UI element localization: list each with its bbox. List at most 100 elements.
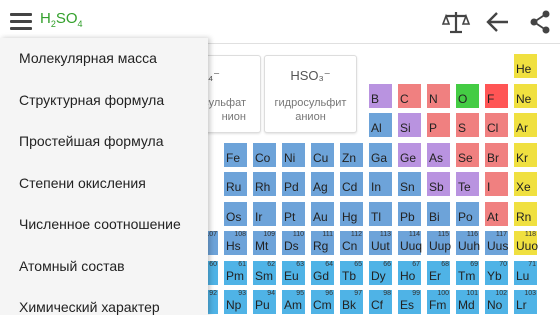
drawer-menu-item[interactable]: Численное соотношение bbox=[0, 204, 208, 246]
element-symbol: Ga bbox=[371, 150, 388, 165]
element-cell[interactable]: Ir bbox=[252, 200, 277, 227]
element-cell[interactable]: Ga bbox=[368, 141, 393, 168]
element-cell[interactable]: Se bbox=[455, 141, 480, 168]
element-cell[interactable]: F bbox=[484, 82, 509, 109]
element-cell[interactable]: Pd bbox=[281, 171, 306, 197]
element-cell[interactable]: Tl bbox=[368, 200, 393, 227]
element-cell[interactable]: Cd bbox=[339, 171, 364, 197]
element-number: 66 bbox=[383, 260, 391, 268]
element-cell[interactable]: B bbox=[368, 82, 393, 109]
element-cell[interactable]: 117 Uus bbox=[484, 230, 509, 256]
element-cell[interactable]: Te bbox=[455, 171, 480, 197]
menu-icon[interactable] bbox=[8, 9, 34, 33]
element-symbol: Cm bbox=[313, 298, 332, 312]
element-cell[interactable]: 100 Fm bbox=[426, 289, 451, 315]
element-cell[interactable]: I bbox=[484, 171, 509, 197]
element-cell[interactable]: Ni bbox=[281, 141, 306, 168]
element-cell[interactable]: 63 Eu bbox=[281, 259, 306, 286]
element-cell[interactable]: Hg bbox=[339, 200, 364, 227]
element-cell[interactable]: Ne bbox=[513, 82, 538, 109]
element-cell[interactable]: Ru bbox=[223, 171, 248, 197]
element-cell[interactable]: Xe bbox=[513, 171, 538, 197]
element-cell[interactable]: 102 No bbox=[484, 289, 509, 315]
element-cell[interactable]: Zn bbox=[339, 141, 364, 168]
element-cell[interactable]: Po bbox=[455, 200, 480, 227]
element-cell[interactable]: 66 Dy bbox=[368, 259, 393, 286]
element-cell[interactable]: Kr bbox=[513, 141, 538, 168]
element-cell[interactable]: Au bbox=[310, 200, 335, 227]
element-cell[interactable]: S bbox=[455, 112, 480, 138]
element-symbol: Cd bbox=[342, 180, 358, 194]
element-cell[interactable]: Sn bbox=[397, 171, 422, 197]
element-cell[interactable]: N bbox=[426, 82, 451, 109]
element-cell[interactable]: 62 Sm bbox=[252, 259, 277, 286]
element-cell[interactable]: 96 Cm bbox=[310, 289, 335, 315]
element-cell[interactable]: At bbox=[484, 200, 509, 227]
element-cell[interactable]: 116 Uuh bbox=[455, 230, 480, 256]
element-cell[interactable]: P bbox=[426, 112, 451, 138]
element-cell[interactable]: 69 Tm bbox=[455, 259, 480, 286]
element-cell[interactable]: In bbox=[368, 171, 393, 197]
element-cell[interactable]: 113 Uut bbox=[368, 230, 393, 256]
share-icon[interactable] bbox=[524, 6, 556, 38]
element-cell[interactable]: Rh bbox=[252, 171, 277, 197]
element-cell[interactable]: 97 Bk bbox=[339, 289, 364, 315]
element-cell[interactable]: Pb bbox=[397, 200, 422, 227]
element-cell[interactable]: 101 Md bbox=[455, 289, 480, 315]
element-cell[interactable]: 93 Np bbox=[223, 289, 248, 315]
element-cell[interactable]: Fe bbox=[223, 141, 248, 168]
element-cell[interactable]: 71 Lu bbox=[513, 259, 538, 286]
drawer-menu-item[interactable]: Химический характер bbox=[0, 287, 208, 315]
element-cell[interactable]: 70 Yb bbox=[484, 259, 509, 286]
element-cell[interactable]: Sb bbox=[426, 171, 451, 197]
element-cell[interactable]: 99 Es bbox=[397, 289, 422, 315]
element-cell[interactable]: Os bbox=[223, 200, 248, 227]
element-cell[interactable]: Ag bbox=[310, 171, 335, 197]
drawer-menu-item[interactable]: Простейшая формула bbox=[0, 121, 208, 163]
element-cell[interactable]: 115 Uup bbox=[426, 230, 451, 256]
element-cell[interactable]: 65 Tb bbox=[339, 259, 364, 286]
element-cell[interactable]: 95 Am bbox=[281, 289, 306, 315]
element-cell[interactable]: 111 Rg bbox=[310, 230, 335, 256]
element-cell[interactable]: Si bbox=[397, 112, 422, 138]
element-cell[interactable]: 61 Pm bbox=[223, 259, 248, 286]
element-cell[interactable]: Ar bbox=[513, 112, 538, 138]
drawer-menu-item[interactable]: Атомный состав bbox=[0, 246, 208, 288]
element-cell[interactable]: 110 Ds bbox=[281, 230, 306, 256]
element-cell[interactable]: He bbox=[513, 53, 538, 79]
element-cell[interactable]: 103 Lr bbox=[513, 289, 538, 315]
element-cell[interactable]: C bbox=[397, 82, 422, 109]
element-cell[interactable]: Ge bbox=[397, 141, 422, 168]
element-cell[interactable]: As bbox=[426, 141, 451, 168]
element-symbol: Uus bbox=[487, 239, 509, 253]
element-cell[interactable]: O bbox=[455, 82, 480, 109]
element-number: 62 bbox=[267, 260, 275, 268]
element-symbol: As bbox=[429, 150, 444, 165]
element-cell[interactable]: Pt bbox=[281, 200, 306, 227]
drawer-menu-item[interactable]: Молекулярная масса bbox=[0, 38, 208, 80]
balance-scale-icon[interactable] bbox=[440, 6, 472, 38]
element-cell[interactable]: 64 Gd bbox=[310, 259, 335, 286]
element-cell[interactable]: 67 Ho bbox=[397, 259, 422, 286]
element-number: 109 bbox=[263, 231, 275, 238]
element-cell[interactable]: 118 Uuo bbox=[513, 230, 538, 256]
element-cell[interactable]: 68 Er bbox=[426, 259, 451, 286]
element-cell[interactable]: 109 Mt bbox=[252, 230, 277, 256]
ion-card-hydrosulfite[interactable]: HSO₃⁻ гидросульфит анион bbox=[264, 55, 357, 133]
element-cell[interactable]: 108 Hs bbox=[223, 230, 248, 256]
element-cell[interactable]: Rn bbox=[513, 200, 538, 227]
element-cell[interactable]: 112 Cn bbox=[339, 230, 364, 256]
drawer-menu-item[interactable]: Структурная формула bbox=[0, 80, 208, 122]
element-cell[interactable]: Cl bbox=[484, 112, 509, 138]
element-cell[interactable]: 94 Pu bbox=[252, 289, 277, 315]
element-cell[interactable]: 114 Uuq bbox=[397, 230, 422, 256]
element-cell[interactable]: Al bbox=[368, 112, 393, 138]
element-cell[interactable]: Co bbox=[252, 141, 277, 168]
back-arrow-icon[interactable] bbox=[482, 6, 514, 38]
element-cell[interactable]: Cu bbox=[310, 141, 335, 168]
element-cell[interactable]: 98 Cf bbox=[368, 289, 393, 315]
element-cell[interactable]: Bi bbox=[426, 200, 451, 227]
element-symbol: Ni bbox=[284, 150, 296, 165]
drawer-menu-item[interactable]: Степени окисления bbox=[0, 163, 208, 205]
element-cell[interactable]: Br bbox=[484, 141, 509, 168]
